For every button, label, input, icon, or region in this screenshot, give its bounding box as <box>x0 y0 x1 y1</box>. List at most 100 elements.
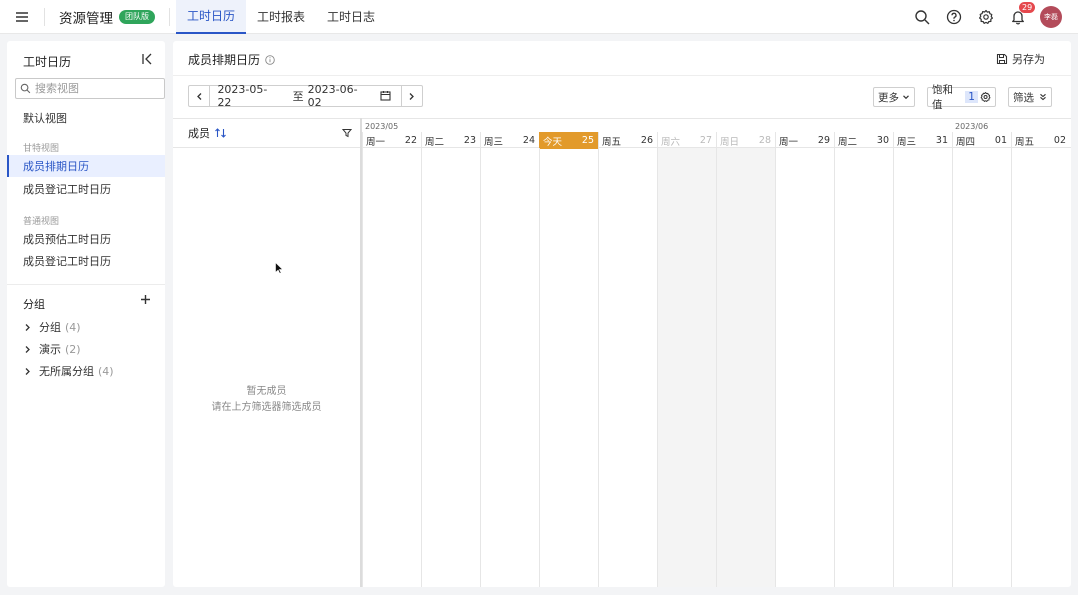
tab-work-hours-calendar[interactable]: 工时日历 <box>176 0 247 34</box>
collapse-icon[interactable] <box>141 53 153 68</box>
tab-work-hours-report[interactable]: 工时报表 <box>246 0 316 34</box>
day-column[interactable] <box>716 148 775 587</box>
page-title-row: 成员排期日历 <box>188 51 275 68</box>
previous-period-button[interactable] <box>189 86 211 106</box>
sidebar-item-member-logged-hours-calendar-normal[interactable]: 成员登记工时日历 <box>7 250 165 272</box>
info-icon[interactable] <box>265 54 275 65</box>
tab-work-hours-log[interactable]: 工时日志 <box>316 0 386 34</box>
day-column-header: 周一 29 <box>775 132 834 149</box>
next-period-button[interactable] <box>400 86 422 106</box>
search-icon[interactable] <box>906 0 938 34</box>
day-column-header: 周二 30 <box>834 132 893 149</box>
day-column[interactable] <box>1011 148 1070 587</box>
empty-state-hint: 请在上方筛选器筛选成员 <box>211 402 322 413</box>
day-column[interactable] <box>893 148 952 587</box>
day-column-header: 周日 28 <box>716 132 775 149</box>
calendar-icon[interactable] <box>380 90 393 103</box>
date-label: 02 <box>1053 135 1066 146</box>
divider <box>7 284 165 285</box>
bell-icon[interactable]: 29 <box>1002 0 1036 34</box>
save-icon <box>996 53 1008 65</box>
group-item[interactable]: 分组 (4) <box>23 318 81 336</box>
calendar-body <box>362 148 1071 587</box>
settings-icon <box>980 91 991 102</box>
save-as-label: 另存为 <box>1012 53 1045 66</box>
weekday-label: 周二 <box>425 136 445 148</box>
top-right-actions: 29 李磊 <box>906 0 1078 34</box>
group-name: 演示 <box>39 343 61 356</box>
menu-icon[interactable] <box>0 0 44 34</box>
date-label: 28 <box>758 135 771 146</box>
chevron-right-icon <box>25 367 30 375</box>
sidebar-item-default-view[interactable]: 默认视图 <box>7 107 165 129</box>
members-list: 暂无成员 请在上方筛选器筛选成员 <box>173 148 360 587</box>
day-column-header: 周三 31 <box>893 132 952 149</box>
top-bar: 资源管理 团队版 工时日历 工时报表 工时日志 29 李磊 <box>0 0 1078 34</box>
date-label: 22 <box>404 135 417 146</box>
help-icon[interactable] <box>938 0 970 34</box>
date-range-picker: 2023-05-22 至 2023-06-02 <box>188 83 423 109</box>
view-search-input[interactable] <box>35 82 155 95</box>
date-label: 30 <box>876 135 889 146</box>
settings-icon[interactable] <box>970 0 1002 34</box>
group-item[interactable]: 无所属分组 (4) <box>23 362 114 380</box>
day-column[interactable] <box>421 148 480 587</box>
empty-state-title: 暂无成员 <box>246 386 287 397</box>
sidebar-item-member-schedule-calendar[interactable]: 成员排期日历 <box>7 155 165 177</box>
sort-icon[interactable] <box>214 127 227 139</box>
filter-icon[interactable] <box>342 128 352 138</box>
view-search-box <box>15 78 165 99</box>
chevron-right-icon <box>25 323 30 331</box>
end-date[interactable]: 2023-06-02 <box>308 83 370 109</box>
date-label: 25 <box>581 135 594 146</box>
main-panel: 成员排期日历 另存为 2023-05-22 至 2023-06-02 更多 饱和… <box>173 41 1071 587</box>
group-count: (4) <box>98 364 114 378</box>
date-label: 24 <box>522 135 535 146</box>
filter-button[interactable]: 筛选 <box>1008 87 1052 107</box>
sidebar-title: 工时日历 <box>23 55 72 69</box>
weekday-label: 周三 <box>897 136 917 148</box>
day-column[interactable] <box>834 148 893 587</box>
day-column[interactable] <box>657 148 716 587</box>
day-column[interactable] <box>598 148 657 587</box>
weekday-label: 今天 <box>543 136 563 148</box>
weekday-label: 周二 <box>838 136 858 148</box>
day-column-header: 周六 27 <box>657 132 716 149</box>
date-label: 26 <box>640 135 653 146</box>
day-column[interactable] <box>775 148 834 587</box>
notification-count-badge: 29 <box>1019 2 1036 13</box>
day-column[interactable] <box>362 148 421 587</box>
group-item[interactable]: 演示 (2) <box>23 340 81 358</box>
calendar-header: 2023/05 2023/06 周一 22 周二 23 周三 24 今天 25 周五 26 周六 27 周日… <box>362 118 1071 149</box>
sidebar-item-member-logged-hours-calendar[interactable]: 成员登记工时日历 <box>7 178 165 200</box>
sidebar-category-normal: 普通视图 <box>23 217 60 227</box>
more-dropdown[interactable]: 更多 <box>873 87 915 107</box>
add-group-icon[interactable] <box>140 294 151 308</box>
day-column[interactable] <box>952 148 1011 587</box>
chevron-right-icon <box>409 92 415 100</box>
weekday-label: 周五 <box>1015 136 1035 148</box>
saturation-button[interactable]: 饱和值 1 <box>927 84 996 111</box>
start-date[interactable]: 2023-05-22 <box>217 83 279 109</box>
app-title: 资源管理 <box>59 10 113 27</box>
saturation-label: 饱和值 <box>932 84 953 111</box>
team-badge: 团队版 <box>119 9 155 24</box>
sidebar-category-gantt: 甘特视图 <box>23 144 60 154</box>
weekday-label: 周一 <box>366 136 386 148</box>
weekday-label: 周五 <box>602 136 622 148</box>
date-range-separator: 至 <box>292 90 304 103</box>
day-column-header: 周一 22 <box>362 132 421 149</box>
nav-tabs: 工时日历 工时报表 工时日志 <box>176 0 386 34</box>
weekday-label: 周日 <box>720 136 740 148</box>
day-column-header: 周二 23 <box>421 132 480 149</box>
date-label: 23 <box>463 135 476 146</box>
date-label: 31 <box>935 135 948 146</box>
save-as-button[interactable]: 另存为 <box>996 51 1045 67</box>
sidebar-item-member-estimated-hours-calendar[interactable]: 成员预估工时日历 <box>7 228 165 250</box>
day-column[interactable] <box>539 148 598 587</box>
chevron-down-icon <box>903 95 909 100</box>
avatar[interactable]: 李磊 <box>1040 6 1062 28</box>
search-icon <box>20 83 31 94</box>
day-column-header: 周三 24 <box>480 132 539 149</box>
day-column[interactable] <box>480 148 539 587</box>
